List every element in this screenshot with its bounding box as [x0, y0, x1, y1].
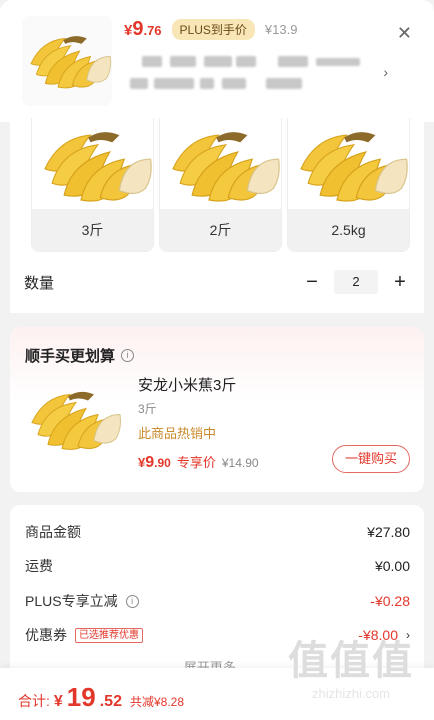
- banana-image: [30, 35, 112, 89]
- info-icon[interactable]: i: [125, 594, 139, 608]
- total-saved: 共减¥8.28: [129, 695, 184, 709]
- banana-image: [299, 131, 408, 202]
- rec-price-integer: 9: [145, 454, 155, 471]
- quantity-label: 数量: [24, 274, 55, 292]
- coupon-tag: 已选推荐优惠: [75, 627, 143, 643]
- total-decimal: .52: [99, 693, 122, 710]
- variant-label: 3斤: [32, 209, 153, 251]
- quantity-input[interactable]: 2: [334, 270, 378, 294]
- recommendation-title-text: 顺手买更划算: [25, 348, 116, 365]
- increase-button[interactable]: +: [390, 272, 410, 292]
- watermark-url: zhizhizhi.com: [311, 686, 391, 701]
- recommendation-card: 顺手买更划算 i 安龙小米蕉3斤 3斤 此商品热销中 ¥9.90 专享价 ¥14…: [10, 327, 424, 492]
- variant-option[interactable]: 2斤: [159, 118, 282, 252]
- shipping-value: ¥0.00: [374, 558, 410, 574]
- one-click-buy-button[interactable]: 一键购买: [332, 445, 410, 473]
- recommended-original-price: ¥14.90: [221, 456, 259, 470]
- variant-option[interactable]: 3斤: [31, 118, 154, 252]
- variant-option[interactable]: 2.5kg: [287, 118, 410, 252]
- goods-amount-row: 商品金额 ¥27.80: [25, 522, 410, 542]
- goods-amount-label: 商品金额: [25, 524, 81, 540]
- coupon-label: 优惠券: [25, 627, 67, 643]
- recommended-product-spec: 3斤: [138, 402, 157, 416]
- variant-image: [288, 118, 409, 210]
- price-integer: 9: [132, 18, 144, 40]
- hot-selling-note: 此商品热销中: [138, 426, 217, 441]
- product-header: ¥9.76 PLUS到手价 ¥13.9 ✕ ›: [0, 0, 434, 122]
- plus-price-badge: PLUS到手价: [171, 19, 255, 40]
- shipping-label: 运费: [25, 558, 53, 574]
- total-amount: 合计: ¥19.52 共减¥8.28: [18, 682, 184, 713]
- decrease-button[interactable]: −: [302, 272, 322, 292]
- recommended-price-row: ¥9.90 专享价 ¥14.90: [138, 452, 259, 472]
- close-icon[interactable]: ✕: [397, 23, 412, 44]
- price-decimal: .76: [143, 23, 162, 38]
- recommended-product-image[interactable]: [24, 371, 124, 466]
- info-icon[interactable]: i: [121, 349, 135, 362]
- rec-price-decimal: .90: [154, 456, 171, 470]
- total-label: 合计:: [18, 693, 50, 709]
- variant-image: [160, 118, 281, 210]
- variant-label: 2斤: [160, 209, 281, 251]
- total-currency: ¥: [53, 693, 63, 710]
- recommended-price: ¥9.90: [138, 454, 171, 472]
- recommended-product-name[interactable]: 安龙小米蕉3斤: [138, 374, 236, 395]
- site-watermark: 值值值 zhizhizhi.com: [276, 638, 426, 718]
- total-integer: 19: [66, 682, 96, 712]
- variant-image: [32, 118, 153, 210]
- quantity-row: 数量 − 2 +: [24, 270, 410, 294]
- selected-spec-redacted[interactable]: [130, 50, 375, 94]
- original-price: ¥13.9: [264, 22, 298, 37]
- variant-label: 2.5kg: [288, 209, 409, 251]
- plus-discount-value: -¥0.28: [370, 593, 410, 609]
- goods-amount-value: ¥27.80: [367, 524, 410, 540]
- banana-image: [43, 131, 152, 202]
- watermark-logo: 值值值: [288, 639, 414, 683]
- shipping-row: 运费 ¥0.00: [25, 556, 410, 576]
- plus-discount-label: PLUS专享立减: [25, 593, 118, 609]
- chevron-right-icon[interactable]: ›: [383, 64, 388, 80]
- price-row: ¥9.76 PLUS到手价 ¥13.9: [124, 18, 297, 41]
- product-price: ¥9.76: [124, 18, 162, 41]
- quantity-stepper: − 2 +: [302, 270, 410, 294]
- banana-image: [31, 391, 121, 450]
- exclusive-price-tag: 专享价: [176, 455, 216, 470]
- variant-selector: 3斤 2斤 2.5kg 数量 − 2 +: [10, 118, 424, 313]
- product-thumbnail: [22, 16, 112, 106]
- recommendation-title: 顺手买更划算 i: [25, 345, 135, 366]
- banana-image: [171, 131, 280, 202]
- plus-discount-row: PLUS专享立减 i -¥0.28: [25, 591, 410, 611]
